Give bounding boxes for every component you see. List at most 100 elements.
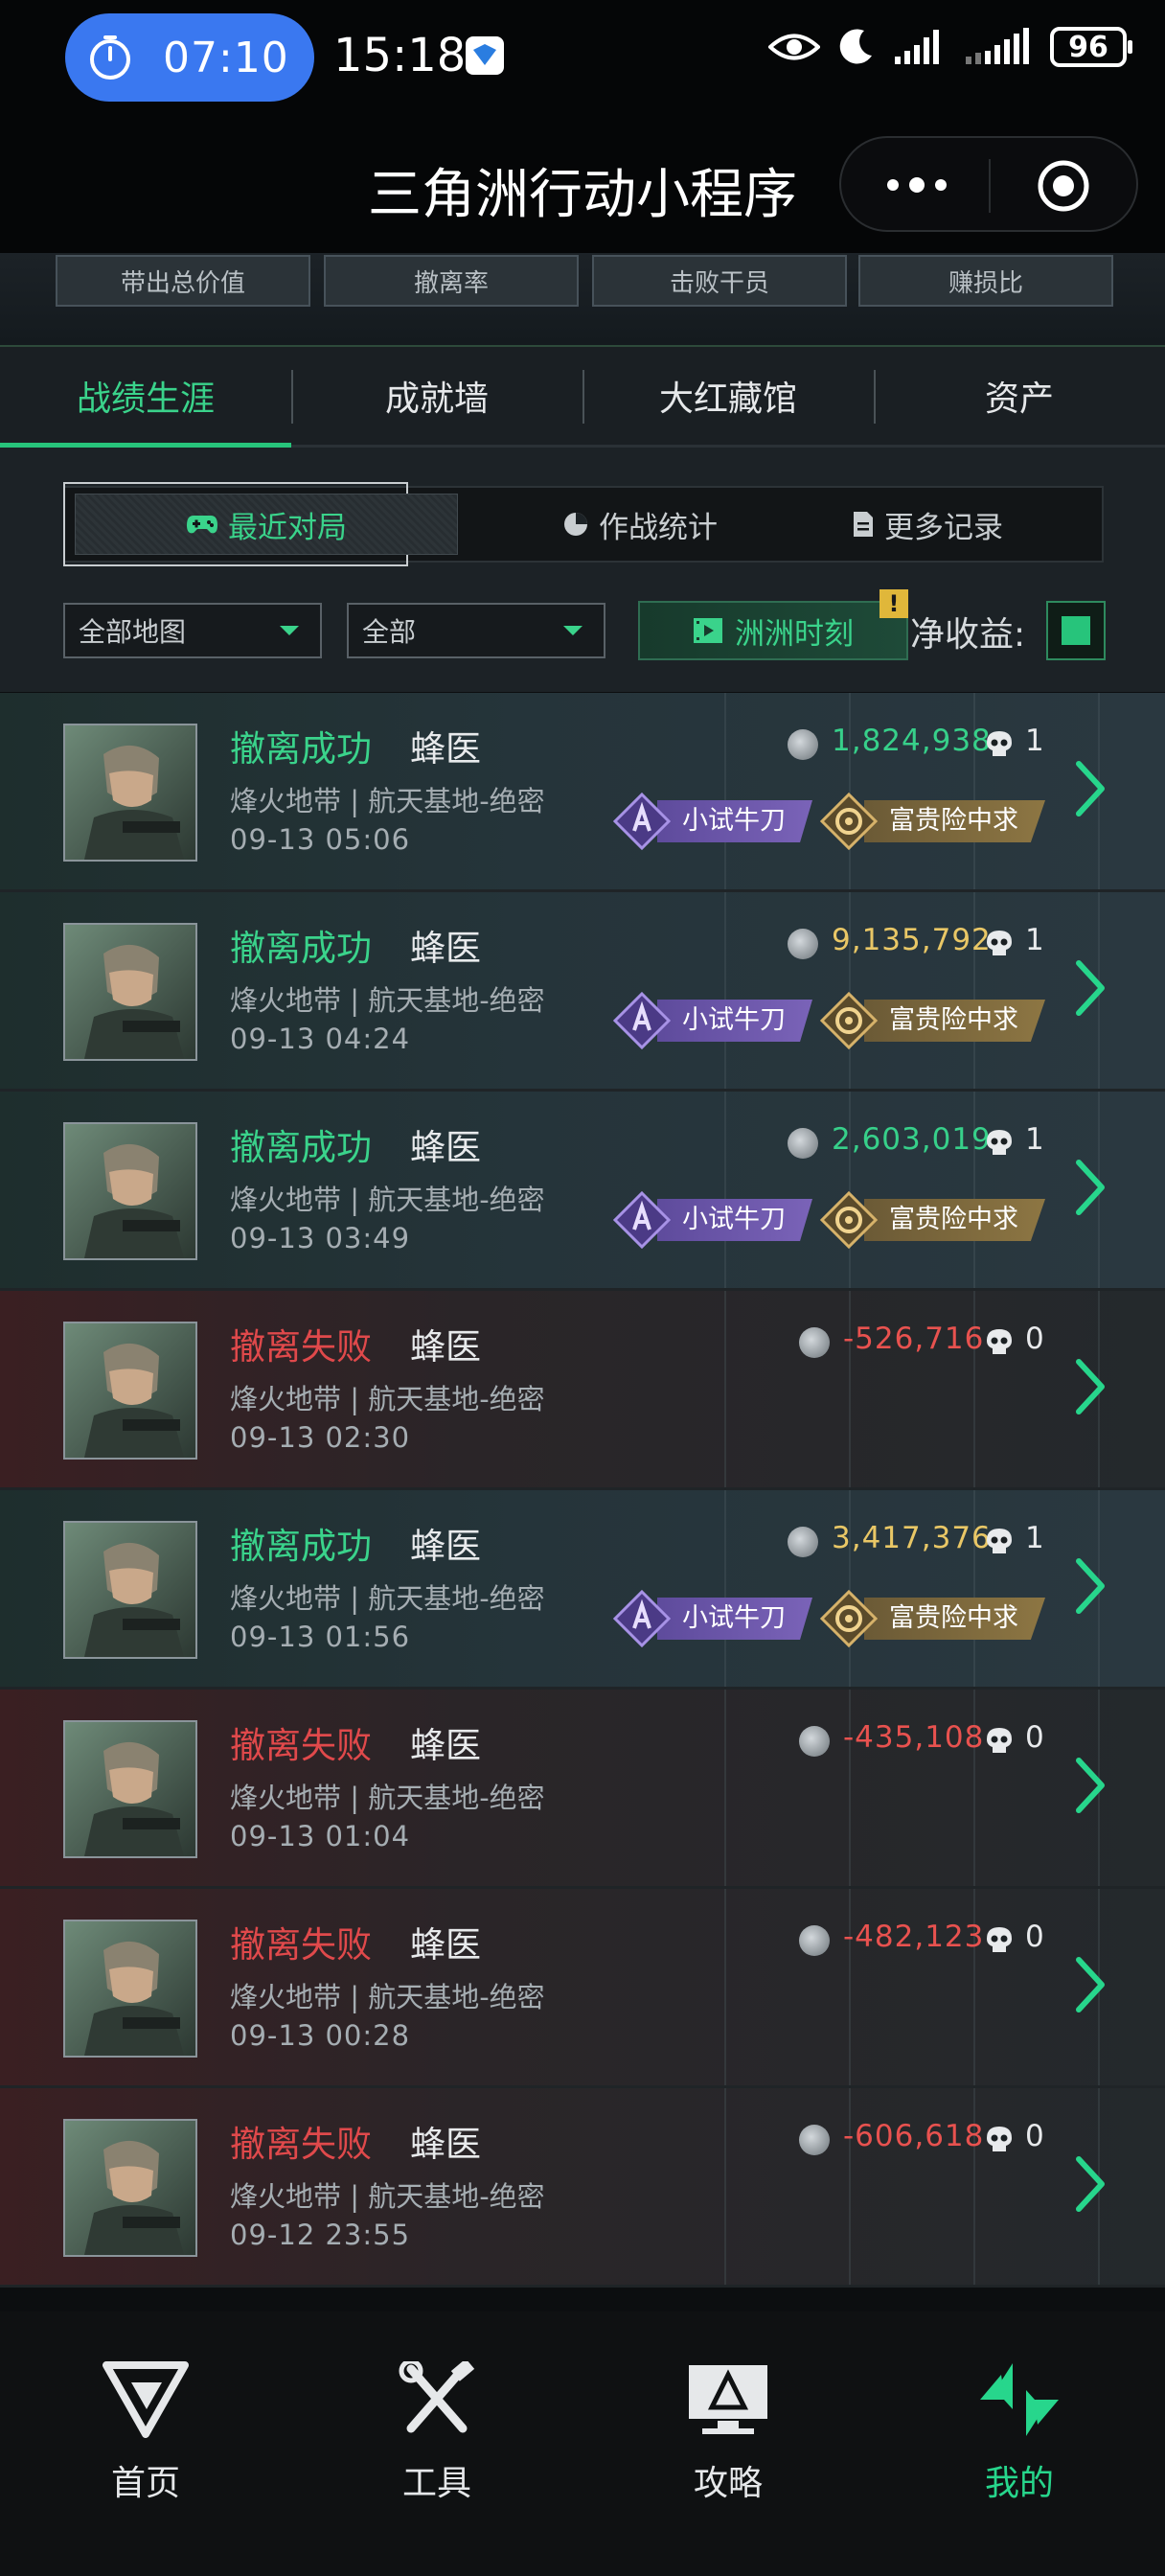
zhouzhou-moment-button[interactable]: 洲洲时刻 [638, 601, 908, 660]
nav-label: 工具 [401, 2464, 471, 2503]
operator-name: 蜂医 [410, 1725, 481, 1766]
match-date: 09-13 05:06 [230, 823, 411, 856]
achievement-badge: 富贵险中求 [819, 991, 1045, 1050]
operator-avatar [63, 923, 197, 1061]
kill-count: 0 [1025, 1322, 1044, 1356]
nav-item-profile[interactable]: 我的 [874, 2361, 1165, 2505]
map-name: 烽火地带 | 航天基地-绝密 [230, 1782, 545, 1814]
system-indicators: 96 [768, 27, 1132, 67]
achievement-gold-icon [819, 792, 879, 851]
extraction-status: 撤离成功 [230, 928, 372, 969]
match-row[interactable]: 撤离失败 蜂医 烽火地带 | 航天基地-绝密 09-13 01:04 -435,… [0, 1690, 1165, 1889]
chevron-right-icon[interactable] [1073, 1358, 1108, 1415]
badge-label: 富贵险中求 [864, 1199, 1045, 1241]
stat-kills-button[interactable]: 击败干员 [592, 255, 847, 307]
skull-kills-icon [985, 1925, 1014, 1956]
operator-name: 蜂医 [410, 1127, 481, 1168]
chevron-right-icon[interactable] [1073, 1159, 1108, 1216]
match-list: 撤离成功 蜂医 烽火地带 | 航天基地-绝密 09-13 05:06 1,824… [0, 693, 1165, 2288]
stat-profit-ratio-button[interactable]: 赚损比 [858, 255, 1113, 307]
stat-extract-rate-button[interactable]: 撤离率 [324, 255, 579, 307]
tab-collection[interactable]: 大红藏馆 [582, 347, 874, 445]
records-control-panel: 最近对局 作战统计 更多记录 全部地图 全部 洲洲时刻 ! 净收益: [0, 448, 1165, 692]
map-name: 烽火地带 | 航天基地-绝密 [230, 785, 545, 817]
match-date: 09-13 02:30 [230, 1421, 411, 1454]
currency-coin-icon [799, 1925, 830, 1956]
chevron-right-icon[interactable] [1073, 1557, 1108, 1615]
map-filter-select[interactable]: 全部地图 [63, 603, 322, 658]
status-bar: 07:10 15:18 96 [0, 0, 1165, 119]
net-value: -526,716 [843, 1322, 985, 1356]
chevron-right-icon[interactable] [1073, 959, 1108, 1017]
more-options-icon[interactable] [883, 172, 950, 197]
tab-assets[interactable]: 资产 [874, 347, 1165, 445]
operator-avatar [63, 1122, 197, 1260]
achievement-badge: 小试牛刀 [612, 792, 812, 851]
moment-button-label: 洲洲时刻 [735, 616, 854, 652]
net-value: 9,135,792 [832, 923, 992, 957]
net-value: 1,824,938 [832, 724, 992, 758]
battery-indicator: 96 [1050, 27, 1132, 67]
operator-avatar [63, 2119, 197, 2257]
stat-total-value-button[interactable]: 带出总价值 [56, 255, 310, 307]
gamepad-icon [187, 516, 217, 534]
tools-icon [399, 2361, 475, 2433]
chevron-right-icon[interactable] [1073, 1757, 1108, 1814]
match-row[interactable]: 撤离失败 蜂医 烽火地带 | 航天基地-绝密 09-13 00:28 -482,… [0, 1889, 1165, 2088]
badge-label: 小试牛刀 [657, 1199, 812, 1241]
stopwatch-icon [90, 35, 130, 80]
nav-item-home[interactable]: 首页 [0, 2361, 291, 2505]
skull-kills-icon [985, 2125, 1014, 2155]
sub-tab-more-records[interactable]: 更多记录 [755, 488, 1100, 561]
achievement-purple-icon [612, 1190, 672, 1250]
skull-kills-icon [985, 1327, 1014, 1358]
profile-logo-icon [980, 2363, 1059, 2436]
nav-item-guides[interactable]: 攻略 [582, 2361, 874, 2505]
achievement-badge: 富贵险中求 [819, 1589, 1045, 1648]
match-row[interactable]: 撤离失败 蜂医 烽火地带 | 航天基地-绝密 09-12 23:55 -606,… [0, 2088, 1165, 2288]
net-income-checkbox[interactable] [1046, 601, 1106, 660]
sub-tab-recent-matches[interactable]: 最近对局 [75, 494, 458, 555]
map-name: 烽火地带 | 航天基地-绝密 [230, 984, 545, 1017]
tab-achievements[interactable]: 成就墙 [291, 347, 582, 445]
net-value: -482,123 [843, 1920, 985, 1954]
mode-filter-select[interactable]: 全部 [347, 603, 605, 658]
match-row[interactable]: 撤离失败 蜂医 烽火地带 | 航天基地-绝密 09-13 02:30 -526,… [0, 1291, 1165, 1490]
match-row[interactable]: 撤离成功 蜂医 烽火地带 | 航天基地-绝密 09-13 01:56 3,417… [0, 1490, 1165, 1690]
map-name: 烽火地带 | 航天基地-绝密 [230, 2180, 545, 2213]
tab-career[interactable]: 战绩生涯 [0, 347, 291, 448]
nav-item-tools[interactable]: 工具 [291, 2361, 582, 2505]
achievement-purple-icon [612, 991, 672, 1050]
skull-kills-icon [985, 1726, 1014, 1757]
operator-name: 蜂医 [410, 728, 481, 770]
match-row[interactable]: 撤离成功 蜂医 烽火地带 | 航天基地-绝密 09-13 04:24 9,135… [0, 892, 1165, 1092]
operator-name: 蜂医 [410, 928, 481, 969]
chevron-right-icon[interactable] [1073, 2155, 1108, 2213]
badge-label: 富贵险中求 [864, 800, 1045, 842]
chevron-right-icon[interactable] [1073, 1956, 1108, 2013]
achievement-badge: 小试牛刀 [612, 991, 812, 1050]
close-target-icon[interactable] [1037, 159, 1090, 213]
extraction-status: 撤离成功 [230, 1526, 372, 1567]
timer-pill[interactable]: 07:10 [65, 13, 314, 102]
video-play-icon [694, 618, 722, 643]
currency-coin-icon [788, 1527, 818, 1557]
operator-avatar [63, 724, 197, 862]
match-date: 09-13 04:24 [230, 1023, 411, 1055]
chevron-right-icon[interactable] [1073, 760, 1108, 817]
warning-badge: ! [879, 589, 908, 618]
mode-filter-value: 全部 [362, 616, 417, 648]
match-row[interactable]: 撤离成功 蜂医 烽火地带 | 航天基地-绝密 09-13 05:06 1,824… [0, 693, 1165, 892]
operator-name: 蜂医 [410, 1326, 481, 1368]
kill-count: 0 [1025, 2119, 1044, 2153]
mini-program-capsule [839, 136, 1138, 232]
achievement-purple-icon [612, 792, 672, 851]
clock-time: 15:18 [333, 29, 467, 82]
sub-tab-label: 最近对局 [228, 510, 347, 545]
kill-count: 0 [1025, 1920, 1044, 1954]
chevron-down-icon [280, 626, 299, 635]
match-row[interactable]: 撤离成功 蜂医 烽火地带 | 航天基地-绝密 09-13 03:49 2,603… [0, 1092, 1165, 1291]
sub-tab-label: 作战统计 [599, 510, 718, 545]
sub-tab-label: 更多记录 [884, 510, 1003, 545]
achievement-gold-icon [819, 1589, 879, 1648]
